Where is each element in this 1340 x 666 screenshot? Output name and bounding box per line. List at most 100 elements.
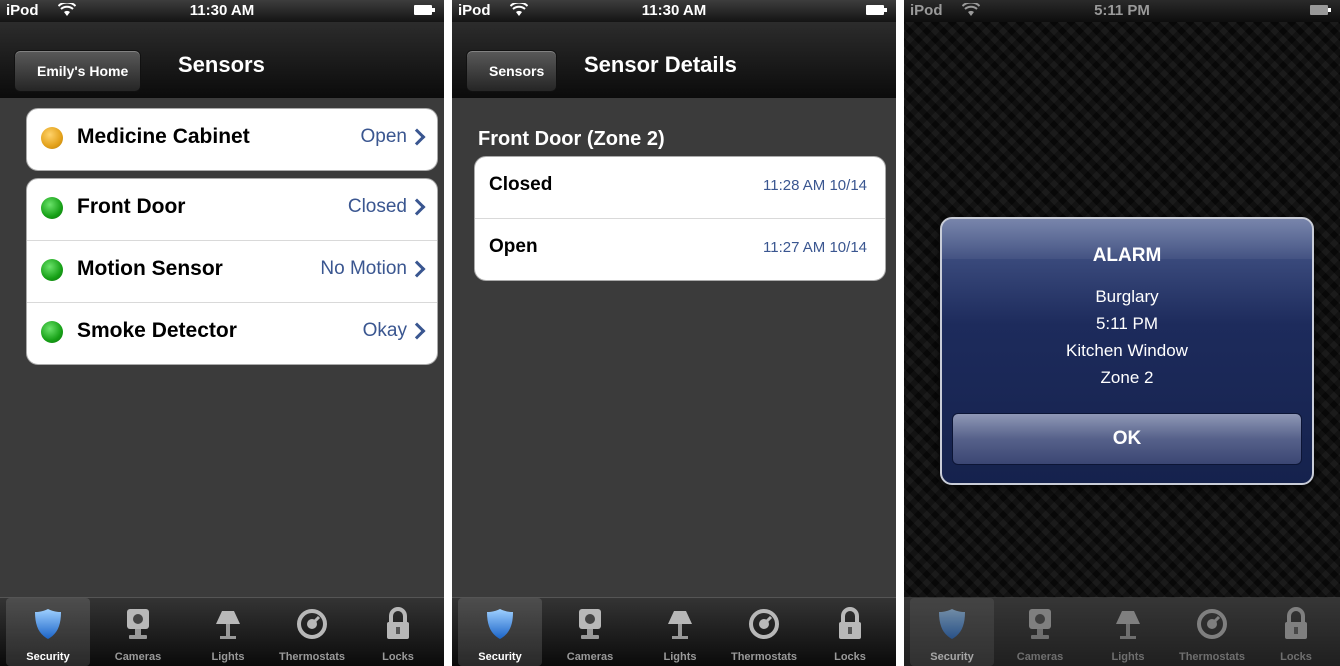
back-button[interactable]: Sensors: [466, 50, 558, 92]
sensor-row-motion-sensor[interactable]: Motion Sensor No Motion: [27, 241, 437, 303]
sensor-list: Medicine Cabinet Open Front Door Closed …: [0, 98, 444, 598]
back-button-label: Sensors: [489, 63, 545, 79]
status-dot-icon: [41, 127, 63, 149]
status-bar: iPod 11:30 AM: [452, 0, 896, 22]
tab-locks[interactable]: Locks: [808, 598, 892, 666]
tab-cameras[interactable]: Cameras: [96, 598, 180, 666]
tab-label: Lights: [211, 651, 245, 663]
tab-bar: Security Cameras Lights Thermostats Lock…: [452, 597, 896, 666]
alert-time: 5:11 PM: [1095, 314, 1159, 333]
history-row: Open 11:27 AM 10/14: [475, 219, 885, 280]
tab-label: Cameras: [566, 651, 614, 663]
sensor-row-front-door[interactable]: Front Door Closed: [27, 179, 437, 241]
status-time: 11:30 AM: [641, 2, 707, 19]
battery-icon: [866, 5, 887, 15]
lamp-icon: [1116, 611, 1140, 639]
alert-title: ALARM: [1092, 245, 1162, 266]
tab-label: Lights: [1111, 651, 1145, 663]
shield-icon: [35, 609, 61, 639]
status-dot-icon: [41, 321, 63, 343]
history-list: Closed 11:28 AM 10/14 Open 11:27 AM 10/1…: [474, 156, 886, 281]
tab-label: Security: [930, 651, 974, 663]
tab-thermostats[interactable]: Thermostats: [270, 598, 354, 666]
tab-label: Thermostats: [1178, 651, 1246, 663]
tab-security[interactable]: Security: [910, 598, 994, 666]
tab-security[interactable]: Security: [458, 598, 542, 666]
sensors-screen: iPod 11:30 AM Emily's Home Sensors Medic…: [0, 0, 444, 666]
chevron-right-icon: [408, 322, 426, 340]
tab-label: Thermostats: [278, 651, 346, 663]
sensor-name: Front Door: [77, 195, 186, 218]
status-bar: iPod 11:30 AM: [0, 0, 444, 22]
section-title: Front Door (Zone 2): [478, 128, 665, 150]
tab-cameras[interactable]: Cameras: [998, 598, 1082, 666]
tab-locks[interactable]: Locks: [1254, 598, 1338, 666]
status-time: 11:30 AM: [189, 2, 255, 19]
sensor-details-screen: iPod 11:30 AM Sensors Sensor Details Fro…: [452, 0, 896, 666]
lock-icon: [1285, 607, 1307, 639]
status-time: 5:11 PM: [1094, 2, 1150, 19]
camera-icon: [127, 609, 149, 639]
tab-thermostats[interactable]: Thermostats: [722, 598, 806, 666]
tab-bar: Security Cameras Lights Thermostats Lock…: [0, 597, 444, 666]
sensor-row-smoke-detector[interactable]: Smoke Detector Okay: [27, 303, 437, 364]
tab-locks[interactable]: Locks: [356, 598, 440, 666]
camera-icon: [1029, 609, 1051, 639]
sensor-state: No Motion: [320, 258, 407, 279]
tab-thermostats[interactable]: Thermostats: [1170, 598, 1254, 666]
sensor-group-normal: Front Door Closed Motion Sensor No Motio…: [26, 178, 438, 365]
navigation-bar: Sensors Sensor Details: [452, 22, 896, 99]
history-row: Closed 11:28 AM 10/14: [475, 157, 885, 219]
lock-icon: [387, 607, 409, 639]
sensor-row-medicine-cabinet[interactable]: Medicine Cabinet Open: [27, 109, 437, 170]
alarm-screen: iPod 5:11 PM ALARM Burglary 5:11 PM Kitc…: [904, 0, 1340, 666]
chevron-right-icon: [408, 260, 426, 278]
sensor-name: Smoke Detector: [77, 319, 237, 342]
status-dot-icon: [41, 259, 63, 281]
battery-icon: [414, 5, 435, 15]
sensor-name: Motion Sensor: [77, 257, 223, 280]
history-time: 11:28 AM 10/14: [763, 177, 867, 194]
chevron-right-icon: [408, 198, 426, 216]
sensor-name: Medicine Cabinet: [77, 125, 250, 148]
tab-label: Cameras: [1016, 651, 1064, 663]
tab-label: Security: [26, 651, 70, 663]
back-button-label: Emily's Home: [37, 63, 129, 79]
tab-label: Locks: [834, 651, 866, 663]
tab-security[interactable]: Security: [6, 598, 90, 666]
alert-alarm-type: Burglary: [1095, 287, 1159, 306]
tab-label: Cameras: [114, 651, 162, 663]
tab-lights[interactable]: Lights: [186, 598, 270, 666]
navigation-bar: Emily's Home Sensors: [0, 22, 444, 99]
tab-label: Locks: [382, 651, 414, 663]
history-state: Closed: [489, 174, 553, 195]
sensor-state: Okay: [362, 320, 407, 341]
sensor-state: Open: [360, 126, 407, 147]
alarm-alert-dialog: ALARM Burglary 5:11 PM Kitchen Window Zo…: [940, 217, 1314, 485]
sensor-group-alert: Medicine Cabinet Open: [26, 108, 438, 171]
lamp-icon: [216, 611, 240, 639]
camera-icon: [579, 609, 601, 639]
sensor-detail-content: Front Door (Zone 2) Closed 11:28 AM 10/1…: [452, 98, 896, 598]
tab-lights[interactable]: Lights: [638, 598, 722, 666]
tab-bar: Security Cameras Lights Thermostats Lock…: [904, 597, 1340, 666]
shield-icon: [487, 609, 513, 639]
tab-label: Locks: [1280, 651, 1312, 663]
alert-location: Kitchen Window: [1066, 341, 1188, 360]
back-button[interactable]: Emily's Home: [14, 50, 142, 92]
thermostat-icon: [749, 609, 779, 639]
history-state: Open: [489, 236, 538, 257]
alert-zone: Zone 2: [1100, 368, 1154, 387]
ok-button[interactable]: OK: [952, 413, 1302, 465]
lock-icon: [839, 607, 861, 639]
shield-icon: [939, 609, 965, 639]
sensor-state: Closed: [347, 196, 407, 217]
page-title: Sensors: [178, 52, 265, 77]
thermostat-icon: [1197, 609, 1227, 639]
tab-lights[interactable]: Lights: [1086, 598, 1170, 666]
lamp-icon: [668, 611, 692, 639]
tab-cameras[interactable]: Cameras: [548, 598, 632, 666]
status-bar: iPod 5:11 PM: [904, 0, 1340, 22]
tab-label: Thermostats: [730, 651, 798, 663]
thermostat-icon: [297, 609, 327, 639]
